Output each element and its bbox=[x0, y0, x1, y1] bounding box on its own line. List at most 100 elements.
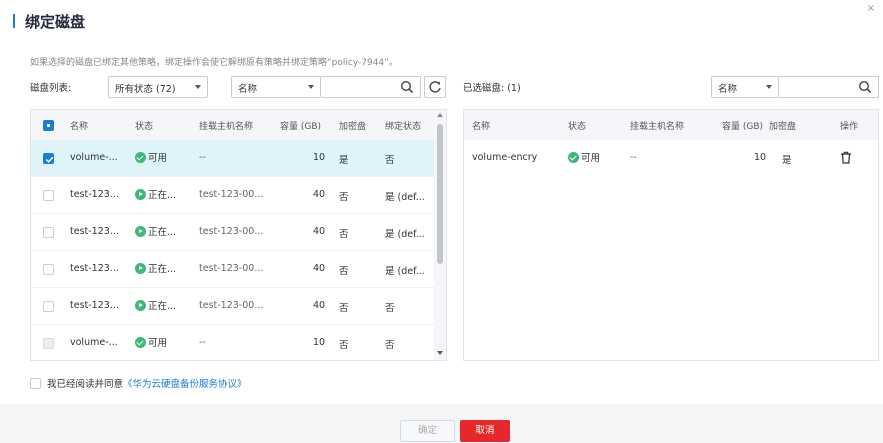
right-field-value: 名称 bbox=[718, 84, 738, 95]
selected-disks-table: 名称 状态 挂载主机名称 容量 (GB) 加密盘 操作 volume-encry… bbox=[463, 109, 879, 361]
agreement-link[interactable]: 《华为云硬盘备份服务协议》 bbox=[123, 379, 247, 390]
search-icon[interactable] bbox=[400, 80, 414, 94]
select-all-checkbox[interactable] bbox=[43, 120, 54, 131]
column-header-bound[interactable]: 绑定状态 bbox=[385, 119, 421, 132]
table-row[interactable]: test-123... 正在... test-123-00... 40 否 否 bbox=[31, 288, 446, 325]
cancel-button[interactable]: 取消 bbox=[460, 420, 510, 442]
cell-bound: 否 bbox=[385, 303, 395, 314]
disk-list-label: 磁盘列表: bbox=[30, 83, 72, 94]
table-row[interactable]: test-123... 正在... test-123-00... 40 否 是 (def.… bbox=[31, 251, 446, 288]
table-scrollbar[interactable] bbox=[434, 110, 446, 360]
table-header: 名称 状态 挂载主机名称 容量 (GB) 加密盘 操作 bbox=[464, 110, 878, 140]
scroll-thumb[interactable] bbox=[437, 124, 443, 264]
row-checkbox bbox=[43, 338, 54, 349]
cell-capacity: 10 bbox=[313, 337, 326, 348]
cell-bound: 否 bbox=[385, 155, 395, 166]
cell-name: volume-... bbox=[70, 337, 118, 348]
table-header: 名称 状态 挂载主机名称 容量 (GB) 加密盘 绑定状态 bbox=[31, 110, 446, 140]
left-field-value: 名称 bbox=[238, 84, 258, 95]
column-header-status[interactable]: 状态 bbox=[568, 119, 586, 132]
in-progress-status-icon bbox=[135, 263, 146, 274]
status-cell: 正在... bbox=[135, 298, 176, 312]
confirm-button[interactable]: 确定 bbox=[400, 420, 455, 442]
status-filter-select[interactable]: 所有状态 (72) bbox=[108, 76, 208, 98]
cell-name: test-123... bbox=[70, 263, 119, 274]
column-header-capacity[interactable]: 容量 (GB) bbox=[280, 119, 321, 132]
scroll-down-icon[interactable] bbox=[437, 351, 443, 355]
status-cell: 正在... bbox=[135, 261, 176, 275]
agreement-checkbox[interactable] bbox=[30, 378, 41, 389]
available-status-icon bbox=[568, 152, 579, 163]
status-cell: 可用 bbox=[568, 150, 600, 164]
row-checkbox[interactable] bbox=[43, 301, 54, 312]
column-header-status[interactable]: 状态 bbox=[135, 119, 153, 132]
left-search-input[interactable] bbox=[321, 76, 421, 98]
table-row[interactable]: volume-... 可用 -- 10 是 否 bbox=[31, 140, 446, 177]
cell-host: -- bbox=[630, 152, 637, 163]
column-header-name[interactable]: 名称 bbox=[472, 119, 490, 132]
status-text: 正在... bbox=[148, 301, 177, 312]
table-row[interactable]: test-123... 正在... test-123-00... 40 否 是 (def.… bbox=[31, 214, 446, 251]
cell-encrypted: 否 bbox=[339, 266, 349, 277]
search-icon[interactable] bbox=[858, 80, 872, 94]
cell-encrypted: 否 bbox=[339, 303, 349, 314]
refresh-icon bbox=[429, 81, 441, 93]
chevron-down-icon bbox=[195, 85, 201, 89]
cell-encrypted: 否 bbox=[339, 192, 349, 203]
in-progress-status-icon bbox=[135, 300, 146, 311]
cell-capacity: 10 bbox=[754, 152, 767, 163]
title-accent-bar bbox=[13, 14, 15, 28]
check-icon bbox=[45, 156, 54, 163]
selected-disks-label: 已选磁盘: (1) bbox=[463, 83, 521, 94]
cell-bound: 是 (def... bbox=[385, 229, 425, 240]
left-field-select[interactable]: 名称 bbox=[231, 76, 321, 98]
row-checkbox[interactable] bbox=[43, 264, 54, 275]
disk-list-table: 名称 状态 挂载主机名称 容量 (GB) 加密盘 绑定状态 volume-...… bbox=[30, 109, 447, 361]
cell-capacity: 10 bbox=[313, 152, 326, 163]
status-cell: 可用 bbox=[135, 150, 167, 164]
right-search-input[interactable] bbox=[779, 76, 879, 98]
column-header-encrypted[interactable]: 加密盘 bbox=[769, 119, 796, 132]
status-cell: 可用 bbox=[135, 335, 167, 349]
column-header-encrypted[interactable]: 加密盘 bbox=[339, 119, 366, 132]
chevron-down-icon bbox=[308, 85, 314, 89]
cell-name: test-123... bbox=[70, 300, 119, 311]
row-checkbox[interactable] bbox=[43, 227, 54, 238]
cell-encrypted: 是 bbox=[782, 155, 792, 166]
trash-icon[interactable] bbox=[840, 151, 852, 167]
close-icon[interactable]: × bbox=[867, 3, 875, 14]
refresh-button[interactable] bbox=[424, 76, 446, 98]
cell-host: -- bbox=[199, 337, 206, 348]
row-checkbox[interactable] bbox=[43, 153, 54, 164]
cell-name: volume-encry bbox=[472, 152, 538, 163]
available-status-icon bbox=[135, 152, 146, 163]
policy-notice: 如果选择的磁盘已绑定其他策略，绑定操作会使它解绑原有策略并绑定策略“policy… bbox=[30, 58, 398, 68]
status-text: 正在... bbox=[148, 227, 177, 238]
right-field-select[interactable]: 名称 bbox=[711, 76, 779, 98]
status-cell: 正在... bbox=[135, 187, 176, 201]
in-progress-status-icon bbox=[135, 189, 146, 200]
cell-host: test-123-00... bbox=[199, 263, 264, 274]
dialog-footer: 确定 取消 bbox=[0, 404, 883, 443]
table-row[interactable]: test-123... 正在... test-123-00... 40 否 是 (def.… bbox=[31, 177, 446, 214]
dialog-title: 绑定磁盘 bbox=[25, 13, 86, 31]
column-header-host[interactable]: 挂载主机名称 bbox=[630, 119, 684, 132]
row-checkbox[interactable] bbox=[43, 190, 54, 201]
column-header-name[interactable]: 名称 bbox=[70, 119, 88, 132]
available-status-icon bbox=[135, 337, 146, 348]
cell-name: test-123... bbox=[70, 226, 119, 237]
status-text: 可用 bbox=[148, 338, 168, 349]
cell-encrypted: 否 bbox=[339, 340, 349, 351]
cell-host: test-123-00... bbox=[199, 300, 264, 311]
scroll-up-icon[interactable] bbox=[437, 113, 443, 117]
cell-name: test-123... bbox=[70, 189, 119, 200]
status-text: 可用 bbox=[148, 153, 168, 164]
table-row[interactable]: volume-... 可用 -- 10 否 否 bbox=[31, 325, 446, 360]
agreement-text: 我已经阅读并同意 bbox=[47, 379, 124, 390]
column-header-host[interactable]: 挂载主机名称 bbox=[199, 119, 253, 132]
status-text: 正在... bbox=[148, 190, 177, 201]
column-header-capacity[interactable]: 容量 (GB) bbox=[722, 119, 763, 132]
cell-capacity: 40 bbox=[313, 300, 326, 311]
cell-host: -- bbox=[199, 152, 206, 163]
status-text: 可用 bbox=[581, 153, 601, 164]
